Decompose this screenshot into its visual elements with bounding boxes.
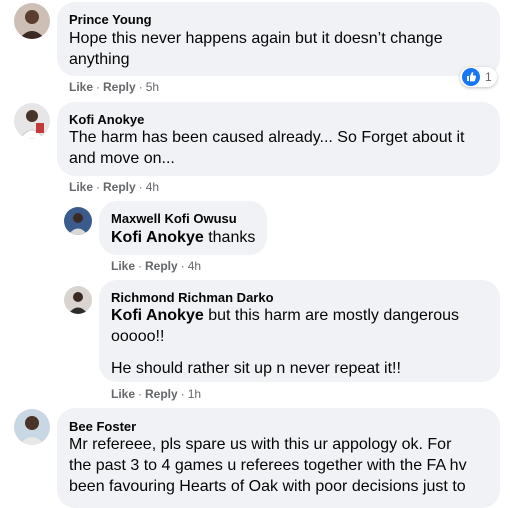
like-reaction-icon [462, 68, 480, 86]
reply-button[interactable]: Reply [103, 180, 136, 194]
comment-author[interactable]: Maxwell Kofi Owusu [111, 211, 237, 226]
comment-author[interactable]: Richmond Richman Darko [111, 290, 274, 305]
comment-author[interactable]: Kofi Anokye [69, 112, 144, 127]
avatar[interactable] [14, 103, 50, 139]
comment-actions: Like · Reply · 4h [111, 259, 202, 273]
comment-text: Hope this never happens again but it doe… [69, 30, 443, 68]
mention-link[interactable]: Kofi Anokye [111, 307, 204, 324]
mention-link[interactable]: Kofi Anokye [111, 229, 204, 246]
comment-text: Kofi Anokye thanks [111, 229, 256, 246]
comment-text: The harm has been caused already... So F… [69, 129, 465, 167]
timestamp[interactable]: 4h [188, 259, 201, 273]
comment-actions: Like · Reply · 5h [69, 80, 160, 94]
like-button[interactable]: Like [111, 387, 135, 401]
timestamp[interactable]: 1h [188, 387, 201, 401]
reaction-summary[interactable]: 1 [460, 67, 497, 87]
like-button[interactable]: Like [69, 80, 93, 94]
like-button[interactable]: Like [111, 259, 135, 273]
reply-button[interactable]: Reply [103, 80, 136, 94]
avatar[interactable] [14, 3, 50, 39]
comment-actions: Like · Reply · 1h [111, 387, 202, 401]
timestamp[interactable]: 5h [146, 80, 159, 94]
comment-author[interactable]: Prince Young [69, 12, 152, 27]
reaction-count: 1 [485, 70, 492, 84]
comment-text: Mr refereee, pls spare us with this ur a… [69, 436, 467, 495]
avatar[interactable] [64, 286, 92, 314]
avatar[interactable] [64, 207, 92, 235]
timestamp[interactable]: 4h [146, 180, 159, 194]
comment-author[interactable]: Bee Foster [69, 419, 136, 434]
reply-button[interactable]: Reply [145, 259, 178, 273]
avatar[interactable] [14, 409, 50, 445]
comment-actions: Like · Reply · 4h [69, 180, 160, 194]
reply-button[interactable]: Reply [145, 387, 178, 401]
like-button[interactable]: Like [69, 180, 93, 194]
comment-text: Kofi Anokye but this harm are mostly dan… [111, 307, 459, 377]
